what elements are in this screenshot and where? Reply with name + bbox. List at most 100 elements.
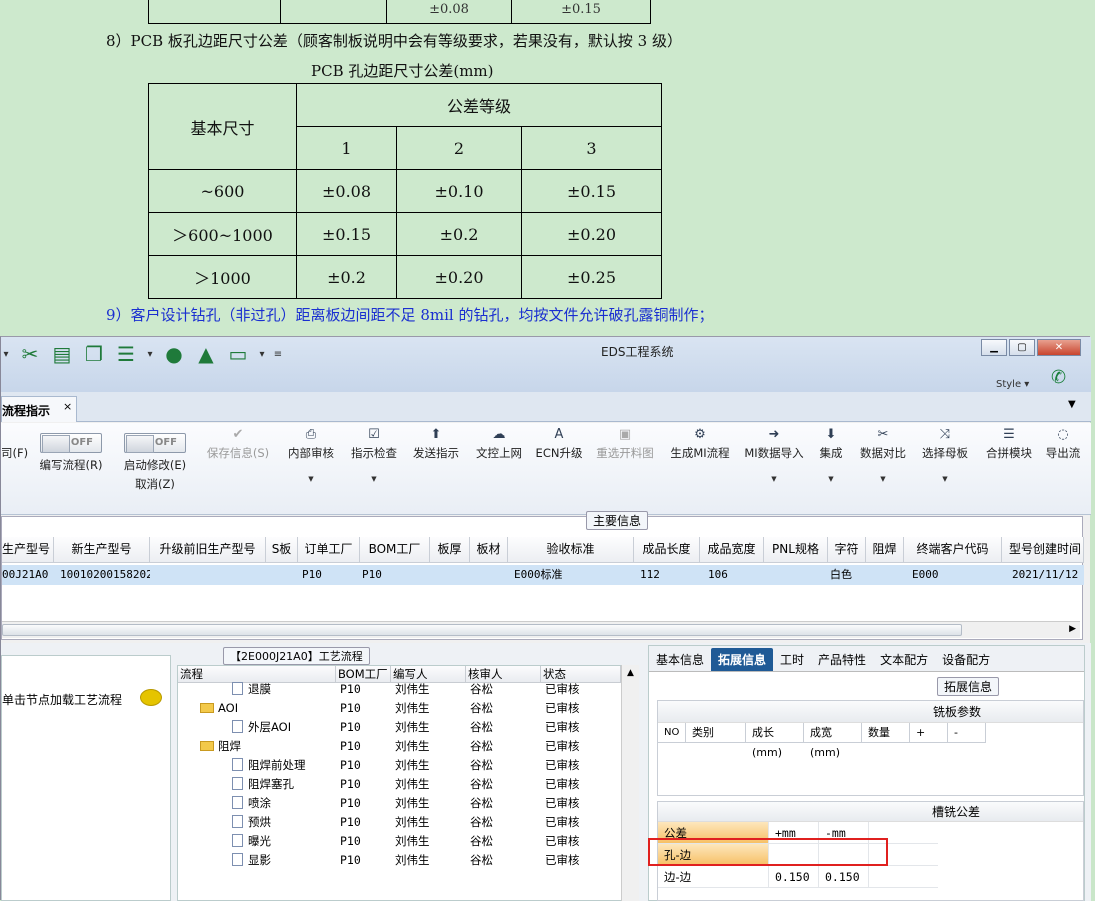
column-header[interactable]: 生产型号 bbox=[2, 537, 54, 562]
col-minus[interactable]: - bbox=[948, 723, 986, 743]
write-toggle[interactable]: OFF bbox=[40, 433, 102, 453]
column-header[interactable]: 阻焊 bbox=[866, 537, 904, 562]
col-type[interactable]: 类别 bbox=[686, 723, 746, 743]
column-header[interactable]: 板厚 bbox=[430, 537, 470, 562]
grid-cell[interactable] bbox=[470, 565, 508, 585]
tab-equipment-recipe[interactable]: 设备配方 bbox=[935, 646, 997, 671]
doc-control-online-button[interactable]: ☁ 文控上网 bbox=[471, 423, 527, 461]
list-icon[interactable]: ☰ bbox=[113, 342, 139, 366]
list-item[interactable]: AOI P10 刘伟生 谷松 已审核 bbox=[178, 699, 638, 718]
horizontal-scrollbar[interactable]: ▶ bbox=[2, 621, 1080, 638]
column-header[interactable]: 终端客户代码 bbox=[904, 537, 1002, 562]
column-header[interactable]: 验收标准 bbox=[508, 537, 634, 562]
grid-cell[interactable]: 2021/11/12 bbox=[1002, 565, 1084, 585]
maximize-button[interactable]: ▢ bbox=[1009, 339, 1035, 356]
chat-bubble-icon[interactable] bbox=[140, 689, 162, 706]
merge-module-button[interactable]: ☰ 合拼模块 bbox=[981, 423, 1037, 461]
list-item[interactable]: 显影 P10 刘伟生 谷松 已审核 bbox=[178, 851, 638, 870]
data-compare-button[interactable]: ✂ 数据对比 ▼ bbox=[855, 423, 911, 483]
dropdown-icon[interactable]: ▾ bbox=[145, 349, 155, 360]
node-hint[interactable]: 单击节点加载工艺流程 bbox=[2, 691, 122, 708]
reselect-cut-drawing-button[interactable]: ▣ 重选开料图 bbox=[591, 423, 659, 461]
grid-cell[interactable]: 白色 bbox=[828, 565, 866, 585]
modify-toggle[interactable]: OFF bbox=[124, 433, 186, 453]
generate-mi-flow-button[interactable]: ⚙ 生成MI流程 bbox=[665, 423, 735, 461]
list-item[interactable]: 阻焊 P10 刘伟生 谷松 已审核 bbox=[178, 737, 638, 756]
internal-review-button[interactable]: ⎙ 内部审核 ▼ bbox=[283, 423, 339, 483]
vertical-scrollbar[interactable]: ▲ bbox=[621, 665, 639, 901]
grid-cell[interactable]: P10 bbox=[298, 565, 360, 585]
grid-cell[interactable] bbox=[266, 565, 298, 585]
tab-work-hours[interactable]: 工时 bbox=[773, 646, 811, 671]
style-menu[interactable]: Style ▾ bbox=[996, 379, 1029, 390]
tab-extended-info[interactable]: 拓展信息 bbox=[711, 648, 774, 671]
tab-product-features[interactable]: 产品特性 bbox=[811, 646, 873, 671]
save-info-button[interactable]: ✔ 保存信息(S) bbox=[203, 423, 273, 461]
tab-text-recipe[interactable]: 文本配方 bbox=[873, 646, 935, 671]
grid-cell[interactable]: P10 bbox=[360, 565, 430, 585]
col-no[interactable]: NO bbox=[658, 723, 686, 743]
tab-close-icon[interactable]: × bbox=[63, 400, 72, 413]
list-item[interactable]: 曝光 P10 刘伟生 谷松 已审核 bbox=[178, 832, 638, 851]
slot-plus-value[interactable]: 0.150 bbox=[768, 866, 818, 888]
integrate-button[interactable]: ⬇ 集成 ▼ bbox=[813, 423, 849, 483]
column-header[interactable]: 字符 bbox=[828, 537, 866, 562]
film-icon[interactable]: ▤ bbox=[49, 342, 75, 366]
table-row[interactable]: 00J21A0 10010200158202 P10 P10 E000标准 11… bbox=[2, 565, 1084, 585]
list-item[interactable]: 喷涂 P10 刘伟生 谷松 已审核 bbox=[178, 794, 638, 813]
grid-cell[interactable]: 112 bbox=[634, 565, 700, 585]
column-header[interactable]: 升级前旧生产型号 bbox=[150, 537, 266, 562]
close-button[interactable]: ✕ bbox=[1037, 339, 1081, 356]
list-item[interactable]: 退膜 P10 刘伟生 谷松 已审核 bbox=[178, 680, 638, 699]
column-header[interactable]: PNL规格 bbox=[764, 537, 828, 562]
ribbon-start-modify[interactable]: OFF 启动修改(E) 取消(Z) bbox=[117, 423, 193, 492]
ribbon-write-process[interactable]: OFF 编写流程(R) bbox=[33, 423, 109, 473]
ribbon-button-file[interactable]: 司(F) bbox=[1, 423, 31, 461]
column-header[interactable]: 型号创建时间 bbox=[1002, 537, 1084, 562]
grid-cell[interactable] bbox=[150, 565, 266, 585]
column-header[interactable]: 订单工厂 bbox=[298, 537, 360, 562]
chart-icon[interactable]: ▲ bbox=[193, 342, 219, 366]
tab-list-icon[interactable]: ▼ bbox=[1068, 399, 1076, 410]
scroll-up-icon[interactable]: ▲ bbox=[622, 668, 639, 678]
col-plus[interactable]: + bbox=[910, 723, 948, 743]
select-master-board-button[interactable]: ⤨ 选择母板 ▼ bbox=[917, 423, 973, 483]
ecn-upgrade-button[interactable]: A ECN升级 bbox=[533, 423, 585, 461]
col-width[interactable]: 成宽(mm) bbox=[804, 723, 862, 759]
export-flow-button[interactable]: ◌ 导出流 bbox=[1043, 423, 1083, 461]
grid-cell[interactable] bbox=[430, 565, 470, 585]
grid-cell[interactable] bbox=[866, 565, 904, 585]
scrollbar-thumb[interactable] bbox=[2, 624, 962, 636]
copy-icon[interactable]: ❐ bbox=[81, 342, 107, 366]
column-header[interactable]: 板材 bbox=[470, 537, 508, 562]
list-item[interactable]: 外层AOI P10 刘伟生 谷松 已审核 bbox=[178, 718, 638, 737]
tab-basic-info[interactable]: 基本信息 bbox=[649, 646, 711, 671]
column-header[interactable]: BOM工厂 bbox=[360, 537, 430, 562]
grid-cell[interactable]: 00J21A0 bbox=[2, 565, 54, 585]
grid-cell[interactable]: E000标准 bbox=[508, 565, 634, 585]
grid-cell[interactable]: 106 bbox=[700, 565, 764, 585]
slot-minus-value[interactable]: 0.150 bbox=[818, 866, 868, 888]
mi-data-import-button[interactable]: ➜ MI数据导入 ▼ bbox=[741, 423, 807, 483]
scroll-right-icon[interactable]: ▶ bbox=[1069, 624, 1076, 634]
table-row[interactable]: 边-边 0.150 0.150 bbox=[658, 866, 1083, 888]
customize-icon[interactable]: ≡ bbox=[273, 349, 283, 360]
minimize-button[interactable]: ▁ bbox=[981, 339, 1007, 356]
col-qty[interactable]: 数量 bbox=[862, 723, 910, 743]
phone-icon[interactable]: ✆ bbox=[1051, 367, 1066, 388]
column-header[interactable]: S板 bbox=[266, 537, 298, 562]
column-header[interactable]: 成品长度 bbox=[634, 537, 700, 562]
list-item[interactable]: 阻焊塞孔 P10 刘伟生 谷松 已审核 bbox=[178, 775, 638, 794]
grid-cell[interactable]: 10010200158202 bbox=[54, 565, 150, 585]
list-item[interactable]: 预烘 P10 刘伟生 谷松 已审核 bbox=[178, 813, 638, 832]
instruction-check-button[interactable]: ☑ 指示检查 ▼ bbox=[347, 423, 401, 483]
col-length[interactable]: 成长(mm) bbox=[746, 723, 804, 759]
grid-cell[interactable] bbox=[764, 565, 828, 585]
dropdown-icon[interactable]: ▾ bbox=[257, 349, 267, 360]
grid-cell[interactable]: E000 bbox=[904, 565, 1002, 585]
column-header[interactable]: 新生产型号 bbox=[54, 537, 150, 562]
list-item[interactable]: 阻焊前处理 P10 刘伟生 谷松 已审核 bbox=[178, 756, 638, 775]
dropdown-icon[interactable]: ▾ bbox=[1, 349, 11, 360]
window-icon[interactable]: ▭ bbox=[225, 342, 251, 366]
user-icon[interactable]: ● bbox=[161, 342, 187, 366]
